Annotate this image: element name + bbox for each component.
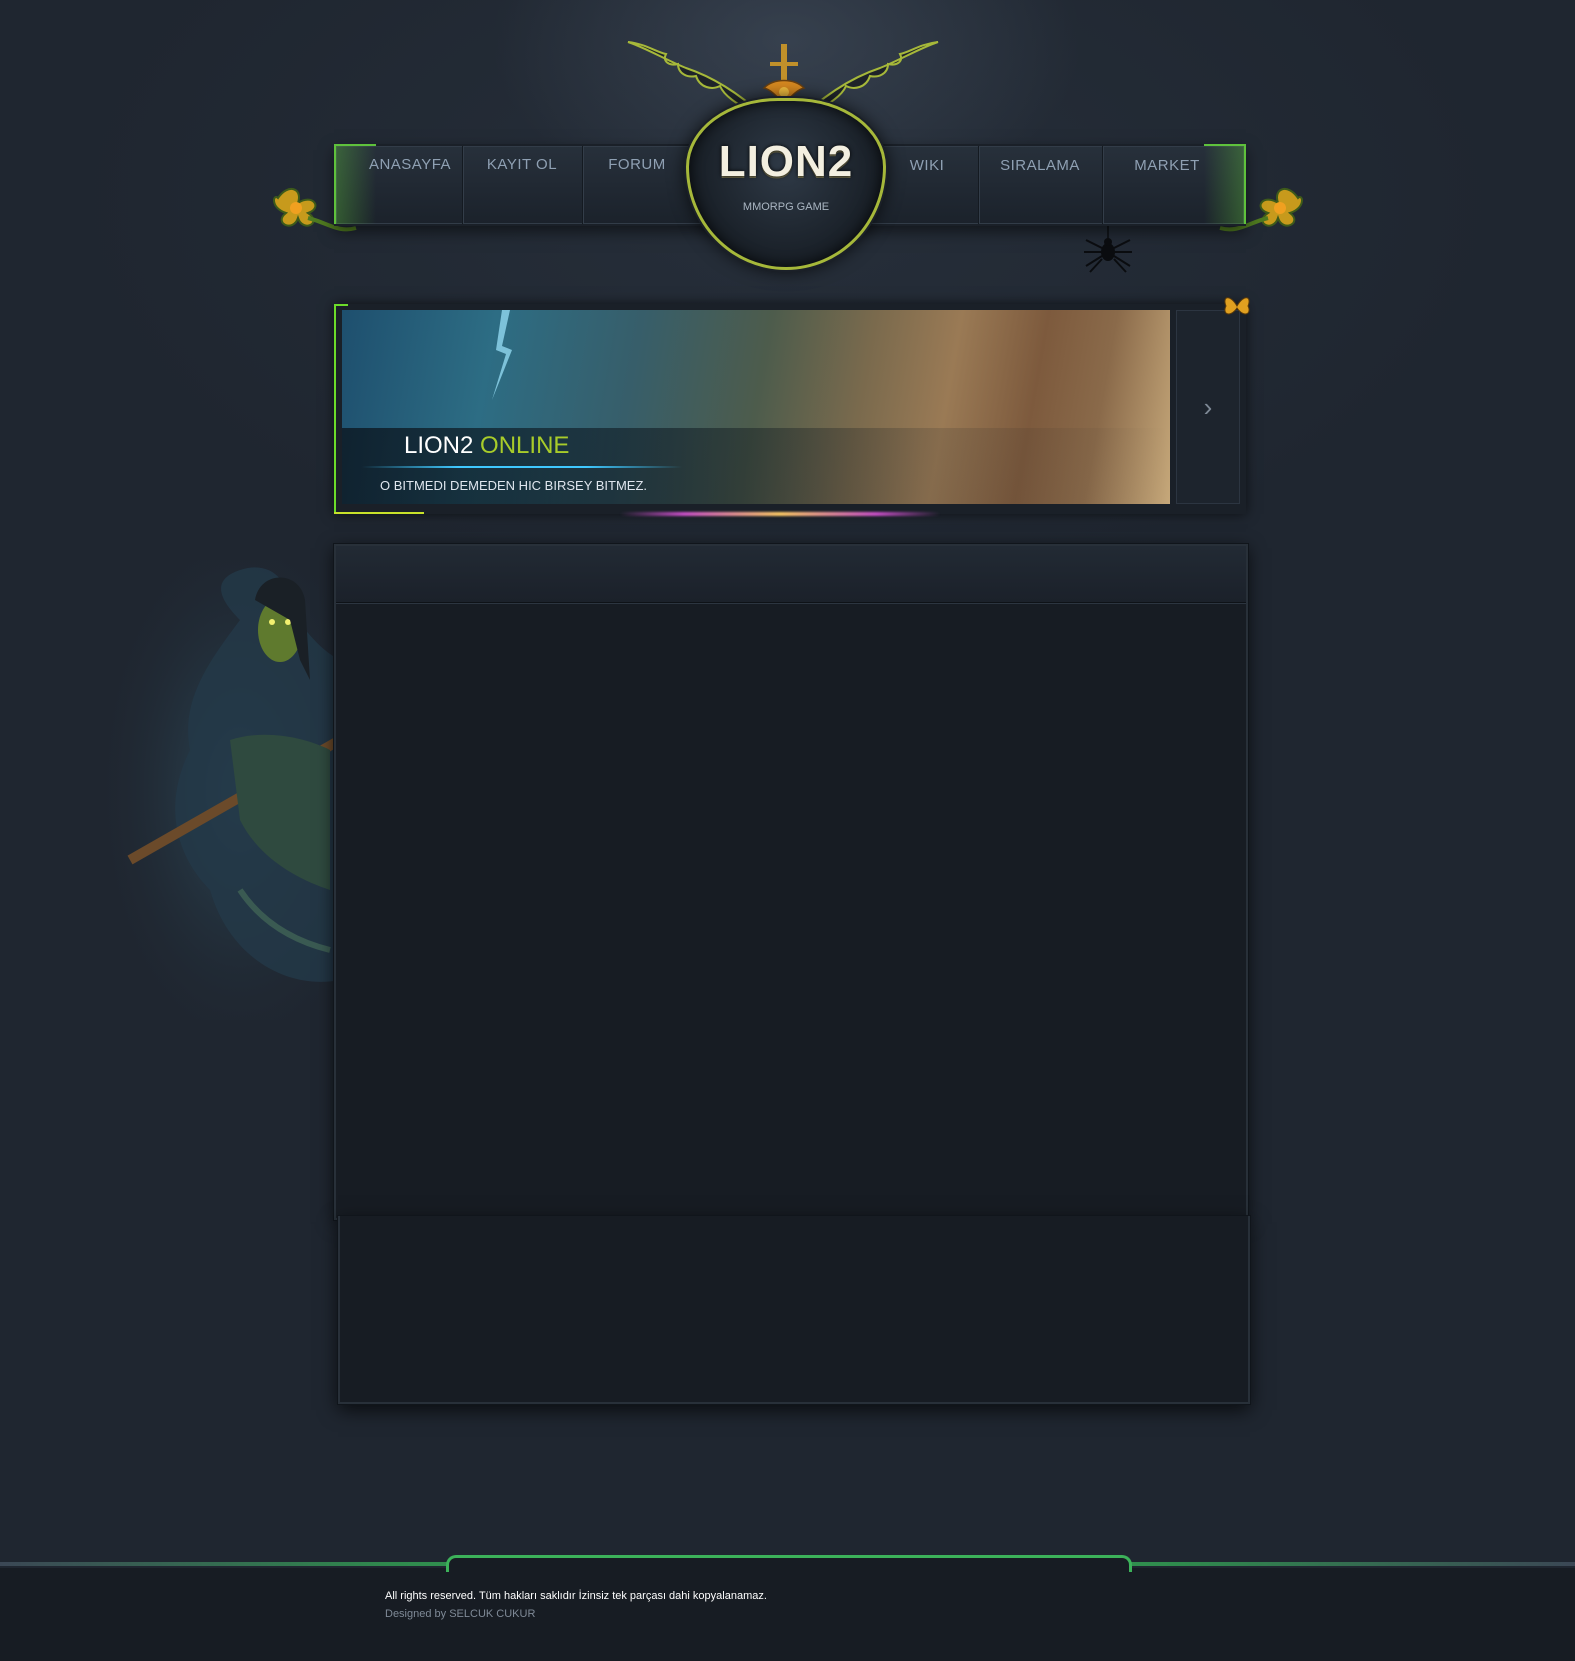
slide-description: O BITMEDI DEMEDEN HIC BIRSEY BITMEZ. (380, 478, 648, 493)
footer-designer-credit: Designed by SELCUK CUKUR (385, 1608, 536, 1620)
spider-icon (1084, 226, 1132, 273)
footer-copyright: All rights reserved. Tüm hakları saklıdı… (385, 1590, 767, 1602)
nav-forum[interactable]: FORUM (582, 146, 692, 224)
character-artwork (90, 560, 340, 1020)
slider-artwork: LION2 ONLINE O BITMEDI DEMEDEN HIC BIRSE… (342, 310, 1170, 504)
lightning-icon (492, 310, 512, 400)
slider-frame-accent-bottom (334, 512, 424, 514)
logo-title: LION2 (718, 137, 854, 186)
main-content-panel (334, 544, 1248, 1220)
slide-title-underline (362, 466, 682, 468)
slide-title: LION2 ONLINE (404, 432, 569, 460)
slide-title-main: LION2 (404, 432, 474, 459)
slide-title-accent: ONLINE (480, 432, 570, 459)
butterfly-icon (1224, 297, 1250, 315)
content-panel-lower (338, 1216, 1250, 1404)
logo-subtitle: MMORPG GAME (742, 201, 830, 213)
slider-next-button[interactable]: › (1176, 310, 1240, 504)
nav-anasayfa-label: ANASAYFA (368, 156, 452, 173)
nav-market[interactable]: MARKET (1102, 146, 1232, 224)
slider-bottom-glow (620, 512, 940, 516)
footer-tab-accent (446, 1555, 1132, 1572)
nav-anasayfa[interactable]: ANASAYFA (358, 146, 463, 224)
nav-wiki-label: WIKI (909, 157, 945, 174)
nav-siralama[interactable]: SIRALAMA (978, 146, 1103, 224)
nav-kayit-ol-label: KAYIT OL (486, 156, 558, 173)
nav-siralama-label: SIRALAMA (1000, 157, 1080, 174)
hero-slider: LION2 ONLINE O BITMEDI DEMEDEN HIC BIRSE… (334, 304, 1246, 514)
nav-market-label: MARKET (1134, 157, 1200, 174)
nav-wiki[interactable]: WIKI (876, 146, 979, 224)
content-panel-header (336, 546, 1246, 603)
slider-frame-accent (334, 304, 348, 512)
nav-kayit-ol[interactable]: KAYIT OL (462, 146, 583, 224)
page-footer (0, 1568, 1575, 1661)
nav-forum-label: FORUM (608, 156, 666, 173)
